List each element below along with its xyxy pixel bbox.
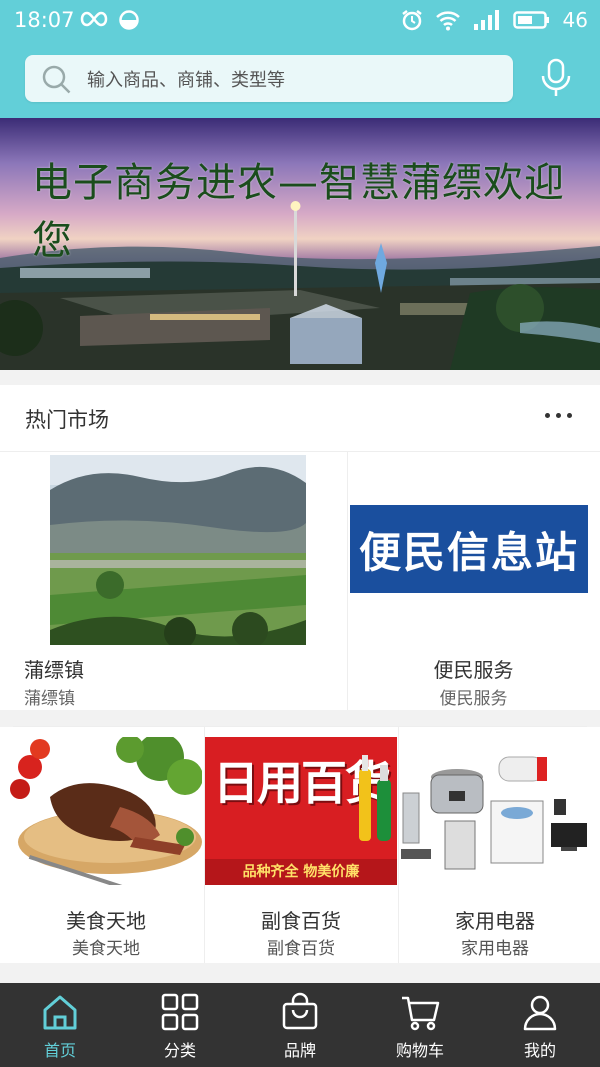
appliances-image xyxy=(399,737,591,885)
banner-title: 电子商务进农—智慧蒲缥欢迎您 xyxy=(32,160,565,264)
battery-icon xyxy=(512,11,549,29)
tab-label: 品牌 xyxy=(283,1041,316,1060)
tab-label: 购物车 xyxy=(395,1041,444,1060)
header: 输入商品、商铺、类型等 xyxy=(0,42,600,118)
tab-category[interactable]: 分类 xyxy=(120,983,240,1067)
daily-goods-image: 日用百货 品种齐全 物美价廉 xyxy=(205,737,397,885)
market-card-food[interactable]: 美食天地 美食天地 xyxy=(10,727,204,963)
home-icon xyxy=(43,995,77,1030)
more-options-icon[interactable] xyxy=(545,413,572,418)
status-time: 18:07 xyxy=(14,8,75,32)
bottles-icon xyxy=(359,755,391,841)
data-saver-icon xyxy=(119,10,139,30)
microphone-icon[interactable] xyxy=(538,58,574,98)
market-title: 家用电器 xyxy=(455,909,535,933)
market-subtitle: 便民服务 xyxy=(439,689,508,709)
section-title: 热门市场 xyxy=(25,408,109,432)
battery-level: 46 xyxy=(562,8,588,32)
tab-home[interactable]: 首页 xyxy=(0,983,120,1067)
market-subtitle: 蒲缥镇 xyxy=(24,689,75,709)
tab-label: 我的 xyxy=(523,1041,556,1060)
bag-icon xyxy=(282,992,318,1030)
market-subtitle: 美食天地 xyxy=(72,939,140,959)
search-input[interactable]: 输入商品、商铺、类型等 xyxy=(25,55,513,102)
market-title: 副食百货 xyxy=(261,909,341,933)
search-icon xyxy=(42,65,71,94)
status-bar: 18:07 46 xyxy=(0,0,600,42)
alarm-icon xyxy=(401,10,422,31)
hot-market-header: 热门市场 xyxy=(0,385,600,452)
town-landscape-image xyxy=(50,455,306,645)
infinity-icon xyxy=(80,11,108,27)
info-station-image: 便民信息站 xyxy=(350,505,588,593)
promo-banner[interactable]: 电子商务进农—智慧蒲缥欢迎您 xyxy=(0,118,600,370)
info-station-text: 便民信息站 xyxy=(358,528,579,577)
tab-brand[interactable]: 品牌 xyxy=(240,983,360,1067)
market-categories: 美食天地 美食天地 日用百货 品种齐全 物美价廉 副食百货 副食百货 家用电器 … xyxy=(0,727,600,963)
tab-profile[interactable]: 我的 xyxy=(480,983,600,1067)
market-title: 美食天地 xyxy=(66,909,146,933)
market-subtitle: 副食百货 xyxy=(267,939,335,959)
tab-label: 分类 xyxy=(163,1041,196,1060)
signal-icon xyxy=(473,10,499,30)
roast-meat-image xyxy=(10,737,202,885)
featured-markets: 蒲缥镇 蒲缥镇 便民信息站 便民服务 便民服务 xyxy=(0,452,600,710)
market-card-appliances[interactable]: 家用电器 家用电器 xyxy=(398,727,593,963)
cart-icon xyxy=(402,996,440,1031)
market-title: 便民服务 xyxy=(433,658,514,682)
market-card-groceries[interactable]: 日用百货 品种齐全 物美价廉 副食百货 副食百货 xyxy=(204,727,399,963)
market-subtitle: 家用电器 xyxy=(461,939,529,959)
tab-label: 首页 xyxy=(43,1041,76,1060)
tab-cart[interactable]: 购物车 xyxy=(360,983,480,1067)
user-icon xyxy=(523,995,557,1031)
market-title: 蒲缥镇 xyxy=(24,658,84,682)
search-placeholder: 输入商品、商铺、类型等 xyxy=(87,70,285,91)
bottom-tab-bar: 首页 分类 品牌 购物车 我的 xyxy=(0,983,600,1067)
daily-goods-caption: 品种齐全 物美价廉 xyxy=(205,859,397,885)
wifi-icon xyxy=(435,11,460,31)
grid-icon xyxy=(161,993,199,1031)
